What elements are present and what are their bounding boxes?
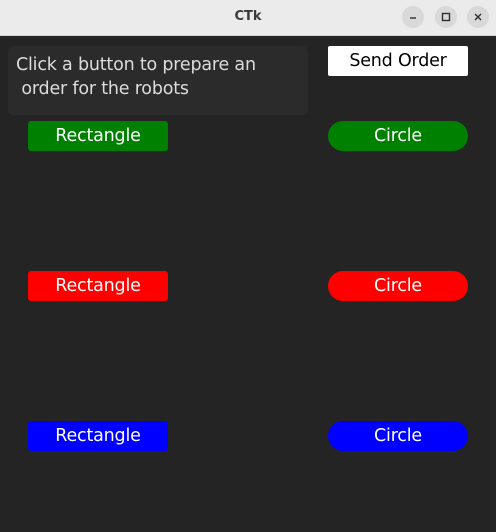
minimize-icon — [408, 12, 418, 22]
main-content: Click a button to prepare an order for t… — [0, 36, 496, 532]
blue-circle-button[interactable]: Circle — [328, 421, 468, 451]
red-rectangle-button[interactable]: Rectangle — [28, 271, 168, 301]
red-circle-button[interactable]: Circle — [328, 271, 468, 301]
instruction-box: Click a button to prepare an order for t… — [8, 46, 308, 115]
maximize-icon — [441, 12, 451, 22]
instruction-text-line-2: order for the robots — [16, 79, 189, 99]
blue-rectangle-button[interactable]: Rectangle — [28, 421, 168, 451]
maximize-button[interactable] — [435, 6, 457, 28]
send-order-button[interactable]: Send Order — [328, 46, 468, 76]
window-titlebar: CTk — [0, 0, 496, 36]
minimize-button[interactable] — [402, 6, 424, 28]
close-icon — [473, 12, 483, 22]
green-circle-button[interactable]: Circle — [328, 121, 468, 151]
green-rectangle-button[interactable]: Rectangle — [28, 121, 168, 151]
close-button[interactable] — [467, 6, 489, 28]
instruction-text-line-1: Click a button to prepare an — [16, 55, 256, 75]
